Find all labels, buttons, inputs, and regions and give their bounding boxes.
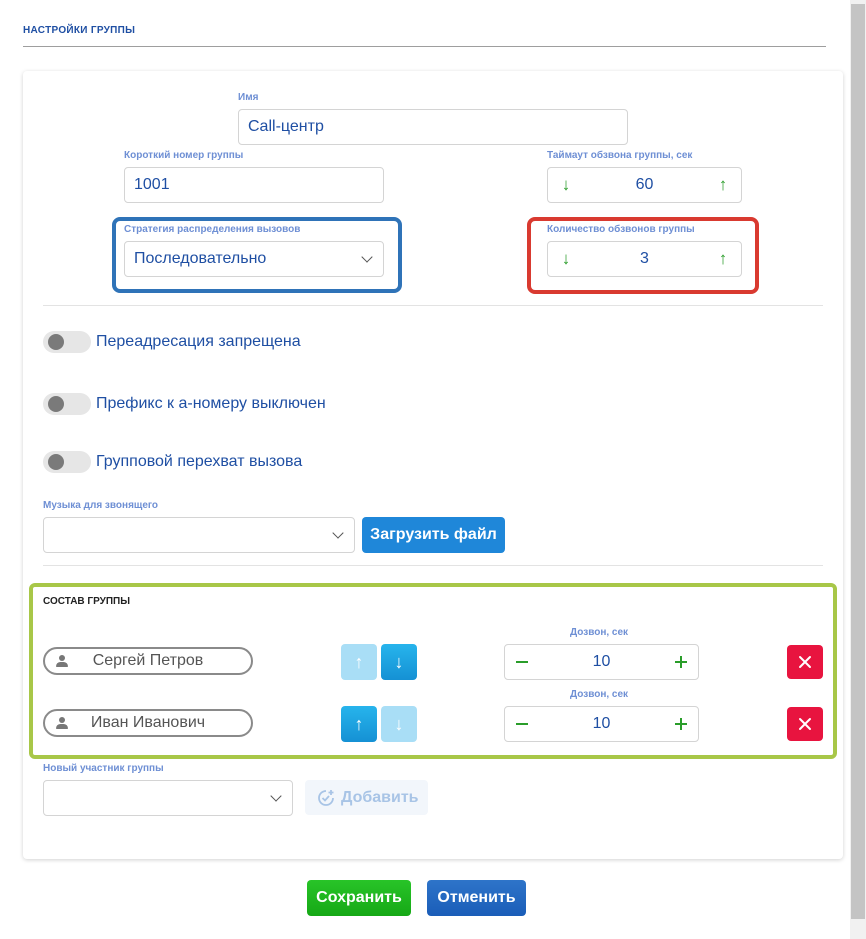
member-dial-label: Дозвон, сек xyxy=(570,627,629,638)
cancel-button[interactable]: Отменить xyxy=(427,880,526,916)
add-check-icon xyxy=(318,789,334,806)
remove-member-button[interactable] xyxy=(787,645,823,679)
move-down-button[interactable]: ↓ xyxy=(381,644,417,680)
member-chip: Сергей Петров xyxy=(43,647,253,675)
toggle-knob xyxy=(48,396,64,412)
arrow-up-icon: ↑ xyxy=(354,651,364,672)
forwarding-toggle-label: Переадресация запрещена xyxy=(96,333,301,350)
move-up-button[interactable]: ↑ xyxy=(341,706,377,742)
save-button[interactable]: Сохранить xyxy=(307,880,411,916)
timeout-label: Таймаут обзвона группы, сек xyxy=(547,150,693,161)
section-divider xyxy=(43,305,823,306)
forwarding-toggle[interactable] xyxy=(43,331,91,353)
new-member-label: Новый участник группы xyxy=(43,763,164,774)
close-icon xyxy=(799,718,811,730)
upload-file-button-label: Загрузить файл xyxy=(370,526,497,543)
move-up-button[interactable]: ↑ xyxy=(341,644,377,680)
close-icon xyxy=(799,656,811,668)
member-dial-value[interactable]: 10 xyxy=(505,707,698,741)
page-scrollbar-thumb[interactable] xyxy=(851,4,865,919)
name-input-value: Call-центр xyxy=(248,118,324,135)
strategy-highlight-frame xyxy=(112,217,402,293)
add-member-button[interactable]: Добавить xyxy=(305,780,428,815)
remove-member-button[interactable] xyxy=(787,707,823,741)
timeout-value[interactable]: 60 xyxy=(548,168,741,202)
short-number-input[interactable]: 1001 xyxy=(124,167,384,203)
page-title: НАСТРОЙКИ ГРУППЫ xyxy=(23,25,136,36)
name-label: Имя xyxy=(238,92,259,103)
add-member-button-label: Добавить xyxy=(341,788,419,806)
new-member-select[interactable] xyxy=(43,780,293,816)
member-name: Сергей Петров xyxy=(92,652,204,669)
chevron-down-icon xyxy=(270,790,282,802)
short-number-value: 1001 xyxy=(134,176,170,193)
section-divider xyxy=(43,565,823,566)
short-number-label: Короткий номер группы xyxy=(124,150,244,161)
title-divider xyxy=(23,46,826,47)
timeout-increase-icon[interactable]: ↑ xyxy=(715,176,731,193)
name-input[interactable]: Call-центр xyxy=(238,109,628,145)
group-pickup-toggle[interactable] xyxy=(43,451,91,473)
cancel-button-label: Отменить xyxy=(437,889,516,906)
person-icon xyxy=(55,655,69,667)
member-dial-label: Дозвон, сек xyxy=(570,689,629,700)
prefix-toggle-label: Префикс к а-номеру выключен xyxy=(96,395,326,412)
member-dial-stepper: 10 xyxy=(504,706,699,742)
prefix-toggle[interactable] xyxy=(43,393,91,415)
minus-icon[interactable] xyxy=(516,661,528,663)
save-button-label: Сохранить xyxy=(316,889,402,906)
move-down-button[interactable]: ↓ xyxy=(381,706,417,742)
timeout-stepper: 60 ↓ ↑ xyxy=(547,167,742,203)
call-count-highlight-frame xyxy=(527,217,759,294)
timeout-decrease-icon[interactable]: ↓ xyxy=(558,176,574,193)
member-dial-stepper: 10 xyxy=(504,644,699,680)
members-section-title: СОСТАВ ГРУППЫ xyxy=(43,596,131,607)
toggle-knob xyxy=(48,454,64,470)
music-label: Музыка для звонящего xyxy=(43,500,159,511)
group-pickup-toggle-label: Групповой перехват вызова xyxy=(96,453,303,470)
member-dial-value[interactable]: 10 xyxy=(505,645,698,679)
upload-file-button[interactable]: Загрузить файл xyxy=(362,517,505,553)
chevron-down-icon xyxy=(332,527,344,539)
minus-icon[interactable] xyxy=(516,723,528,725)
member-chip: Иван Иванович xyxy=(43,709,253,737)
toggle-knob xyxy=(48,334,64,350)
arrow-up-icon: ↑ xyxy=(354,713,364,734)
music-select[interactable] xyxy=(43,517,355,553)
person-icon xyxy=(55,717,69,729)
arrow-down-icon: ↓ xyxy=(394,651,404,672)
arrow-down-icon: ↓ xyxy=(394,713,404,734)
member-name: Иван Иванович xyxy=(90,714,206,731)
